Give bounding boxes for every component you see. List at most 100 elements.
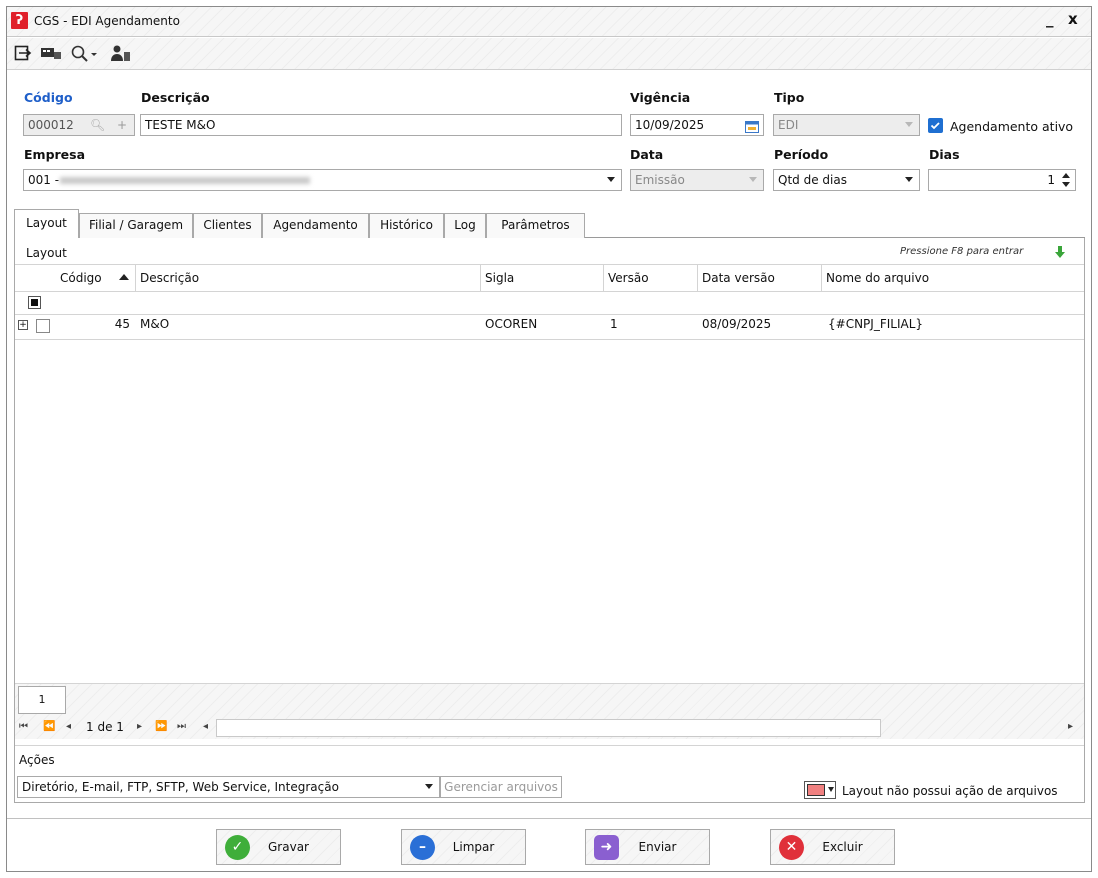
data-select[interactable]: Emissão bbox=[630, 169, 764, 191]
tab-log[interactable]: Log bbox=[444, 213, 486, 238]
data-value: Emissão bbox=[635, 173, 685, 187]
search-icon[interactable] bbox=[70, 44, 100, 64]
periodo-value: Qtd de dias bbox=[778, 173, 847, 187]
descricao-input[interactable]: TESTE M&O bbox=[140, 114, 622, 136]
data-label: Data bbox=[630, 147, 664, 162]
next-page-icon[interactable]: ▸ bbox=[137, 721, 142, 732]
tab-historico[interactable]: Histórico bbox=[369, 213, 444, 238]
calendar-icon[interactable] bbox=[745, 119, 759, 135]
descricao-label: Descrição bbox=[141, 90, 210, 105]
empresa-label: Empresa bbox=[24, 147, 86, 162]
vigencia-input[interactable]: 10/09/2025 bbox=[630, 114, 764, 136]
tab-clientes[interactable]: Clientes bbox=[193, 213, 262, 238]
cell-data-versao: 08/09/2025 bbox=[702, 317, 772, 331]
codigo-search-icon[interactable]: 🔍︎ bbox=[90, 115, 105, 135]
spin-up-icon[interactable] bbox=[1062, 173, 1070, 178]
col-descricao[interactable]: Descrição bbox=[140, 264, 199, 292]
horizontal-scrollbar[interactable] bbox=[216, 719, 881, 737]
filter-row bbox=[15, 292, 1084, 315]
gravar-label: Gravar bbox=[268, 840, 309, 854]
color-chevron-down-icon bbox=[828, 787, 834, 792]
tab-filial-garagem[interactable]: Filial / Garagem bbox=[79, 213, 193, 238]
bottom-bar bbox=[7, 818, 1091, 871]
table-row[interactable] bbox=[15, 315, 1084, 340]
tipo-label: Tipo bbox=[774, 90, 805, 105]
window-title: CGS - EDI Agendamento bbox=[34, 14, 180, 28]
cell-versao: 1 bbox=[610, 317, 618, 331]
periodo-label: Período bbox=[774, 147, 829, 162]
scroll-left-icon[interactable]: ◂ bbox=[203, 721, 208, 732]
row-checkbox[interactable] bbox=[36, 319, 50, 333]
cell-sigla: OCOREN bbox=[485, 317, 538, 331]
exit-icon[interactable] bbox=[14, 44, 34, 64]
app-logo-icon: ʔ bbox=[11, 12, 28, 29]
codigo-label: Código bbox=[24, 90, 73, 105]
col-codigo[interactable]: Código bbox=[60, 264, 102, 292]
prev-page-group-icon[interactable]: ⏪ bbox=[43, 721, 55, 732]
vigencia-value: 10/09/2025 bbox=[635, 118, 705, 132]
gerenciar-arquivos-button[interactable]: Gerenciar arquivos bbox=[440, 776, 562, 798]
page-number[interactable]: 1 bbox=[18, 686, 66, 714]
status-color-picker[interactable] bbox=[804, 781, 836, 799]
tipo-select[interactable]: EDI bbox=[773, 114, 920, 136]
spin-down-icon[interactable] bbox=[1062, 182, 1070, 187]
codigo-add-icon[interactable]: + bbox=[117, 115, 127, 135]
gravar-button[interactable]: ✓ Gravar bbox=[216, 829, 341, 865]
periodo-select[interactable]: Qtd de dias bbox=[773, 169, 920, 191]
codigo-field[interactable]: 000012 🔍︎ + bbox=[23, 114, 135, 136]
col-data-versao[interactable]: Data versão bbox=[702, 264, 775, 292]
expand-icon[interactable]: + bbox=[18, 320, 28, 330]
sort-asc-icon bbox=[119, 274, 129, 280]
tipo-chevron-down-icon bbox=[905, 122, 913, 127]
col-sigla[interactable]: Sigla bbox=[485, 264, 514, 292]
user-icon[interactable] bbox=[110, 44, 134, 64]
acoes-label: Ações bbox=[19, 753, 55, 767]
indeterminate-mark bbox=[31, 299, 38, 306]
empresa-blurred-name bbox=[60, 177, 310, 184]
acoes-value: Diretório, E-mail, FTP, SFTP, Web Servic… bbox=[22, 780, 339, 794]
cell-codigo: 45 bbox=[114, 317, 130, 331]
limpar-label: Limpar bbox=[452, 840, 495, 854]
empresa-value: 001 - bbox=[28, 173, 60, 187]
tab-agendamento[interactable]: Agendamento bbox=[262, 213, 369, 238]
arrow-down-icon[interactable] bbox=[1054, 245, 1066, 262]
empresa-select[interactable]: 001 - bbox=[23, 169, 622, 191]
message-icon[interactable] bbox=[40, 44, 64, 64]
col-nome-arquivo[interactable]: Nome do arquivo bbox=[826, 264, 929, 292]
limpar-button[interactable]: – Limpar bbox=[401, 829, 526, 865]
grid-hint: Pressione F8 para entrar bbox=[900, 246, 1024, 257]
col-versao[interactable]: Versão bbox=[608, 264, 649, 292]
select-all-checkbox[interactable] bbox=[28, 296, 41, 309]
tab-layout[interactable]: Layout bbox=[14, 209, 79, 238]
tab-parametros[interactable]: Parâmetros bbox=[486, 213, 585, 238]
vigencia-label: Vigência bbox=[630, 90, 691, 105]
prev-page-icon[interactable]: ◂ bbox=[66, 721, 71, 732]
codigo-value: 000012 bbox=[28, 118, 74, 132]
dias-value: 1 bbox=[1047, 173, 1055, 187]
acoes-select[interactable]: Diretório, E-mail, FTP, SFTP, Web Servic… bbox=[17, 776, 440, 798]
acoes-divider bbox=[15, 745, 1084, 746]
cell-descricao: M&O bbox=[140, 317, 170, 331]
minimize-button[interactable]: _ bbox=[1046, 10, 1054, 28]
dias-spinner[interactable]: 1 bbox=[928, 169, 1076, 191]
empresa-chevron-down-icon bbox=[607, 177, 615, 182]
cell-nome-arquivo: {#CNPJ_FILIAL} bbox=[828, 317, 924, 331]
enviar-button[interactable]: ➜ Enviar bbox=[585, 829, 710, 865]
acoes-chevron-down-icon bbox=[425, 784, 433, 789]
status-text: Layout não possui ação de arquivos bbox=[842, 784, 1058, 798]
dias-label: Dias bbox=[929, 147, 960, 162]
close-button[interactable]: x bbox=[1068, 10, 1078, 28]
status-color-swatch bbox=[807, 784, 825, 796]
agendamento-ativo-checkbox[interactable] bbox=[928, 118, 943, 133]
periodo-chevron-down-icon bbox=[905, 177, 913, 182]
first-page-icon[interactable]: ⏮ bbox=[19, 721, 28, 732]
toolbar bbox=[7, 38, 1091, 70]
next-page-group-icon[interactable]: ⏩ bbox=[155, 721, 167, 732]
last-page-icon[interactable]: ⏭ bbox=[177, 721, 186, 732]
tipo-value: EDI bbox=[778, 118, 799, 132]
scroll-right-icon[interactable]: ▸ bbox=[1068, 721, 1073, 732]
excluir-button[interactable]: ✕ Excluir bbox=[770, 829, 895, 865]
check-icon bbox=[930, 122, 940, 130]
grid-title: Layout bbox=[26, 246, 67, 260]
excluir-label: Excluir bbox=[822, 840, 863, 854]
